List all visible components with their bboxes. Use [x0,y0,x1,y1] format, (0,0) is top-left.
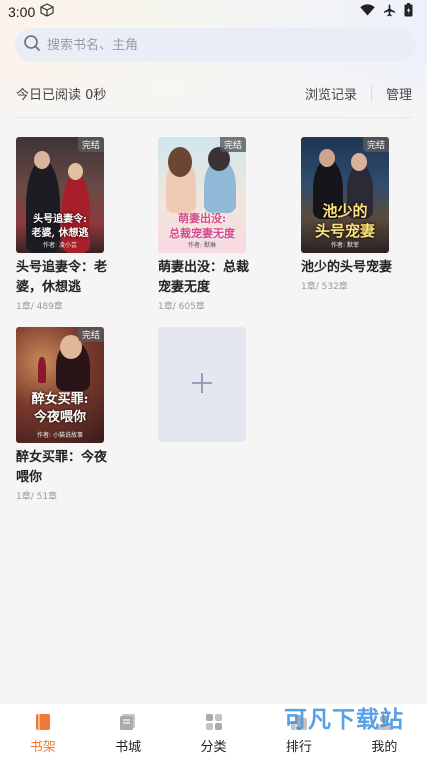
book-progress: 1章/ 51章 [16,492,58,502]
search-input[interactable] [47,37,367,53]
cover-author: 作者: 默菲 [331,242,359,249]
book-progress: 1章/ 605章 [158,302,205,312]
status-badge: 完结 [77,137,104,152]
tab-bookstore[interactable]: 书城 [85,704,170,759]
plus-icon [190,371,214,399]
book-cover[interactable]: 完结 池少的 头号宠妻 作者: 默菲 [301,137,389,253]
tab-bookshelf[interactable]: 书架 [0,704,85,759]
book-item[interactable]: 完结 头号追妻令: 老婆, 休想逃 作者: 凌小芸 头号追妻令：老婆，休想逃 1… [16,137,116,312]
tab-label: 书城 [115,740,142,755]
book-item[interactable]: 完结 萌妻出没: 总裁宠妻无度 作者: 默琳 萌妻出没：总裁宠妻无度 1章/ 6… [158,137,258,312]
tab-category[interactable]: 分类 [171,704,256,759]
divider [16,117,412,118]
book-title: 萌妻出没：总裁宠妻无度 [158,260,250,295]
bookstore-icon [118,712,138,732]
browse-history-link[interactable]: 浏览记录 [305,84,357,103]
cover-title: 头号追妻令: 老婆, 休想逃 [31,214,89,239]
cover-author: 作者: 凌小芸 [43,242,77,249]
book-cover[interactable]: 完结 醉女买罪: 今夜喂你 作者: 小猫说故事 [16,327,104,443]
airplane-mode-icon [383,3,396,21]
book-item[interactable]: 完结 醉女买罪: 今夜喂你 作者: 小猫说故事 醉女买罪：今夜喂你 1章/ 51… [16,327,116,502]
cover-author: 作者: 默琳 [188,242,216,249]
tab-label: 排行 [285,740,312,755]
battery-icon [404,3,413,21]
book-title: 头号追妻令：老婆，休想逃 [16,260,108,295]
book-progress: 1章/ 489章 [16,302,63,312]
book-cover[interactable]: 完结 头号追妻令: 老婆, 休想逃 作者: 凌小芸 [16,137,104,253]
status-bar: 3:00 [0,0,427,24]
manage-link[interactable]: 管理 [386,84,412,103]
cover-title: 池少的 头号宠妻 [314,202,375,240]
wifi-icon [360,4,375,20]
status-badge: 完结 [362,137,389,152]
cover-author: 作者: 小猫说故事 [37,432,83,439]
cover-title: 醉女买罪: 今夜喂你 [31,392,89,425]
search-icon [23,34,41,56]
book-cover[interactable]: 完结 萌妻出没: 总裁宠妻无度 作者: 默琳 [158,137,246,253]
watermark-logo: 可凡下载站 [284,707,404,733]
separator [370,85,372,101]
cover-title: 萌妻出没: 总裁宠妻无度 [169,212,235,240]
tab-label: 我的 [371,740,398,755]
status-time: 3:00 [8,4,36,20]
tab-label: 书架 [29,740,56,755]
reading-stats-row: 今日已阅读 0秒 浏览记录 管理 [16,82,412,104]
bookshelf-icon [33,712,53,732]
category-icon [204,712,224,732]
box-icon [40,3,54,21]
tab-label: 分类 [200,740,227,755]
book-title: 池少的头号宠妻 [301,260,393,275]
book-progress: 1章/ 532章 [301,282,348,292]
add-book-button[interactable] [158,327,246,442]
status-badge: 完结 [77,327,104,342]
search-bar[interactable] [15,28,416,62]
book-item[interactable]: 完结 池少的 头号宠妻 作者: 默菲 池少的头号宠妻 1章/ 532章 [301,137,401,292]
status-badge: 完结 [219,137,246,152]
today-reading-time: 今日已阅读 0秒 [16,87,107,103]
book-title: 醉女买罪：今夜喂你 [16,450,108,485]
